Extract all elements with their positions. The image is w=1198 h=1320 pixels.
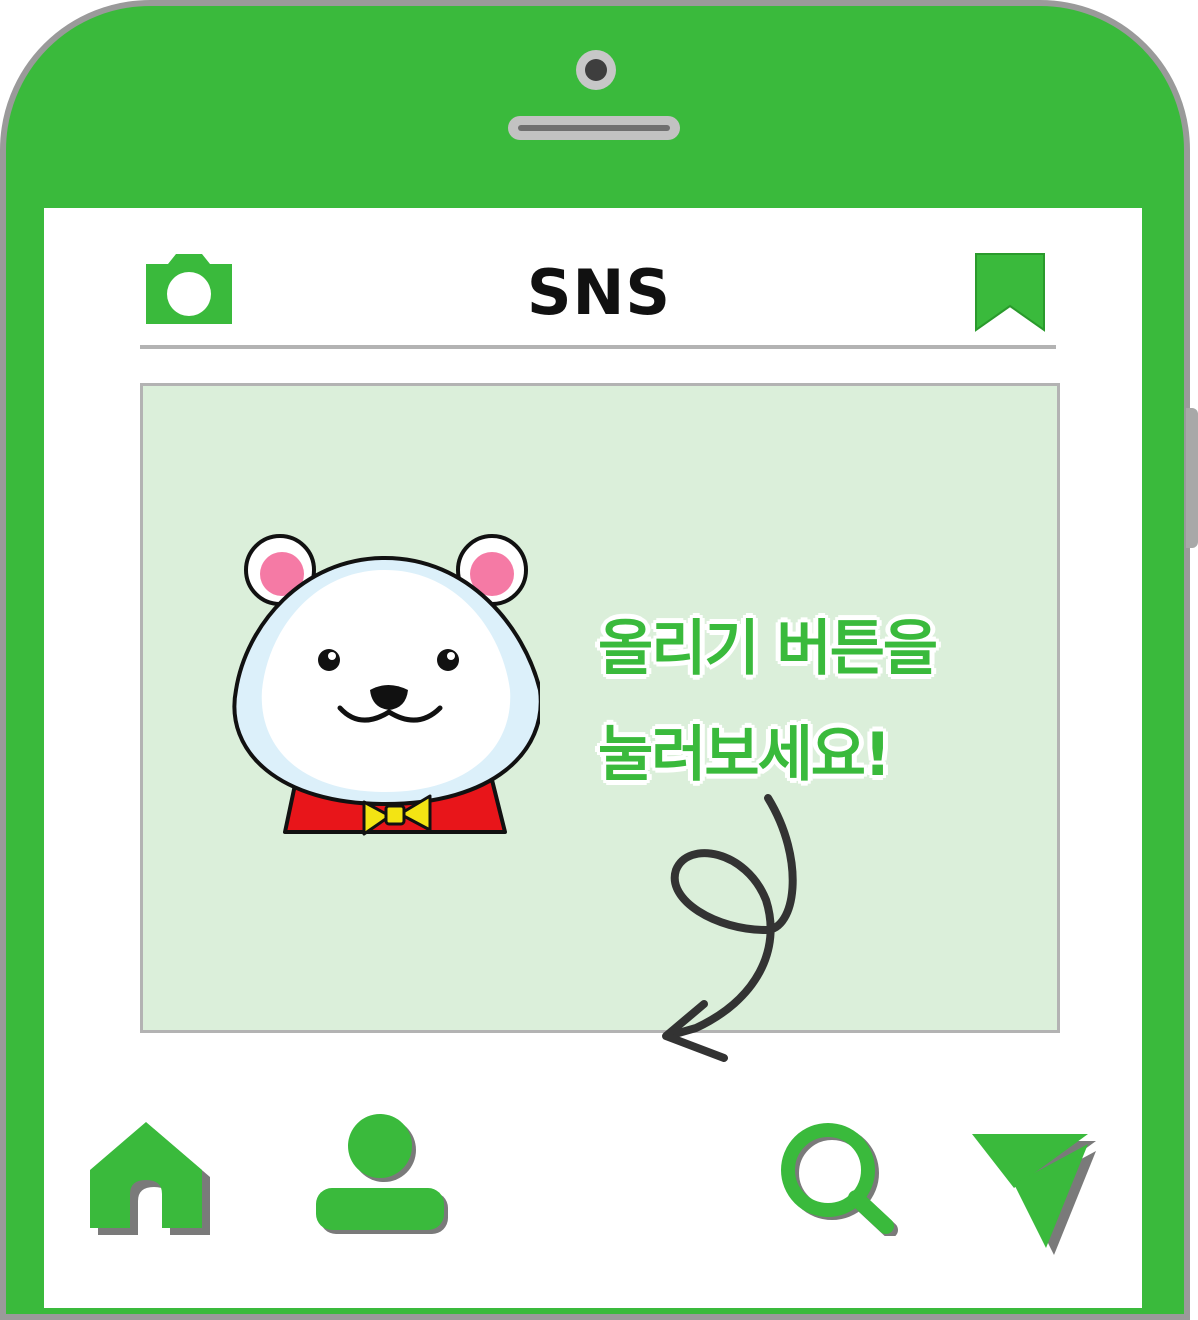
phone-speaker — [508, 116, 680, 140]
instruction-text-line2: 눌러보세요! — [598, 720, 891, 790]
bear-character — [232, 534, 540, 836]
header-divider — [140, 345, 1056, 349]
curly-arrow — [662, 794, 797, 1062]
phone-side-button — [1186, 408, 1198, 548]
home-icon[interactable] — [86, 1120, 214, 1236]
instruction-text-line1: 올리기 버튼을 — [598, 614, 938, 684]
search-icon[interactable] — [776, 1120, 902, 1236]
send-icon[interactable] — [966, 1130, 1102, 1258]
bookmark-icon[interactable] — [974, 252, 1046, 334]
front-camera — [576, 50, 616, 90]
profile-icon[interactable] — [312, 1110, 450, 1236]
